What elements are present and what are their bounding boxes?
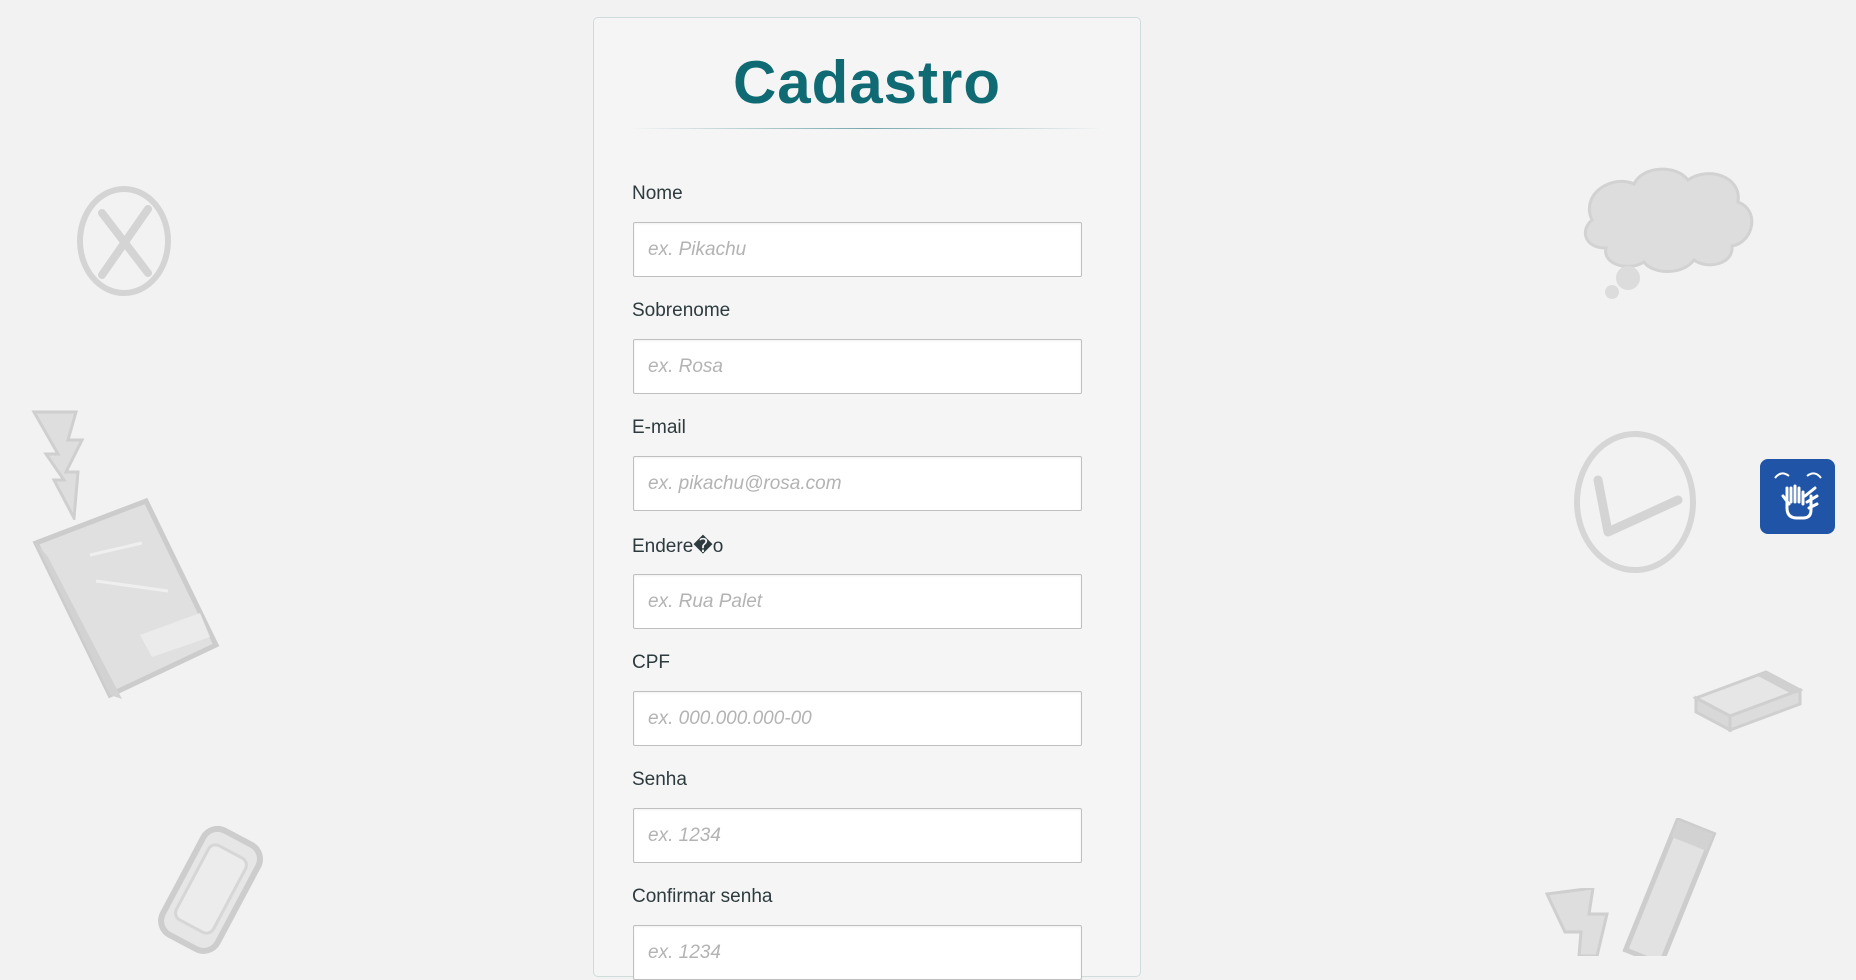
lightning-icon	[31, 410, 85, 520]
nome-input[interactable]	[633, 222, 1082, 277]
nome-label: Nome	[632, 183, 683, 204]
circled-x-icon	[77, 186, 171, 296]
title-divider	[630, 128, 1104, 129]
senha-label: Senha	[632, 769, 687, 790]
phone-icon	[158, 825, 263, 954]
circled-check-icon	[1574, 431, 1696, 573]
endereco-input[interactable]	[633, 574, 1082, 629]
thought-cloud-icon	[1583, 167, 1754, 299]
eraser-icon	[1692, 670, 1804, 733]
confirmar-senha-input[interactable]	[633, 925, 1082, 980]
endereco-label: Endere�o	[632, 536, 724, 557]
senha-input[interactable]	[633, 808, 1082, 863]
book-icon	[32, 497, 220, 699]
pencil-icon	[1622, 818, 1717, 956]
sign-language-hands-icon	[1773, 471, 1822, 519]
page-title: Cadastro	[732, 49, 1002, 116]
email-label: E-mail	[632, 417, 686, 438]
sobrenome-input[interactable]	[633, 339, 1082, 394]
sobrenome-label: Sobrenome	[632, 300, 731, 321]
accessibility-button[interactable]	[1760, 459, 1835, 534]
cpf-label: CPF	[632, 652, 670, 673]
confirmar-senha-label: Confirmar senha	[632, 886, 773, 907]
email-input[interactable]	[633, 456, 1082, 511]
lightning-icon	[1545, 888, 1609, 956]
registration-form: Cadastro Nome Sobrenome E-mail Endere�o …	[593, 17, 1141, 980]
cpf-input[interactable]	[633, 691, 1082, 746]
